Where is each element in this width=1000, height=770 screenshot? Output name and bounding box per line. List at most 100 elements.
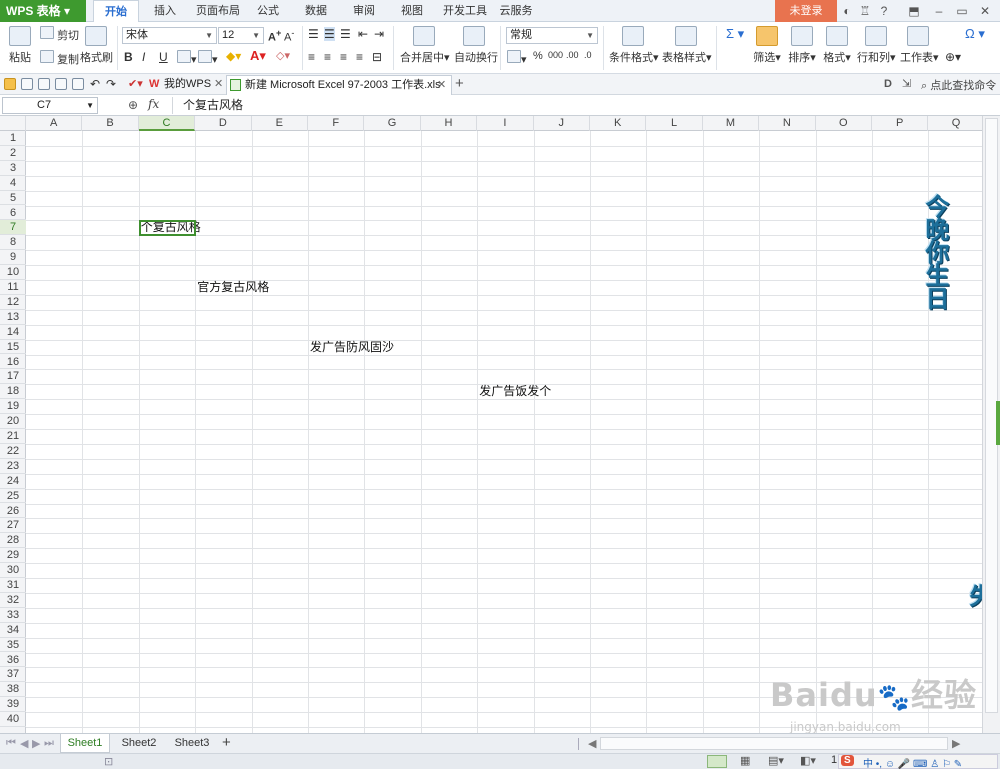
font-grow-button[interactable]: A+ [268,28,281,44]
cell-d11[interactable]: 官方复古风格 [197,280,269,295]
border-button[interactable]: ▾ [177,50,197,66]
row-header-27[interactable]: 27 [0,518,26,534]
add-sheet-icon[interactable]: + [222,734,231,751]
row-header-15[interactable]: 15 [0,340,26,355]
align-top-button[interactable]: ☰ [308,27,319,41]
column-header-p[interactable]: P [872,116,929,131]
sum-button[interactable]: Σ ▾ [726,26,744,42]
new-tab-icon[interactable]: + [455,75,464,92]
row-header-13[interactable]: 13 [0,310,26,325]
help-icon[interactable]: ? [876,0,892,22]
active-cell-selection[interactable] [138,220,197,237]
align-bottom-button[interactable]: ☰ [340,27,351,41]
column-header-i[interactable]: I [477,116,534,131]
first-sheet-icon[interactable]: ⏮ [6,737,16,750]
format-painter-button[interactable]: 格式刷 [80,26,113,65]
row-header-34[interactable]: 34 [0,623,26,638]
tab-formula[interactable]: 公式 [250,0,286,22]
column-header-e[interactable]: E [252,116,308,131]
tab-cloud[interactable]: 云服务 [496,0,536,22]
formula-input[interactable]: 个复古风格 [172,97,998,114]
sheet-tab-3[interactable]: Sheet3 [167,734,217,753]
share-icon[interactable]: ⇲ [902,77,911,90]
print-icon[interactable] [55,78,67,90]
row-header-7[interactable]: 7 [0,220,26,236]
doc-tab-workbook[interactable]: 新建 Microsoft Excel 97-2003 工作表.xls ✕ [226,75,452,95]
scroll-handle[interactable] [996,401,1000,445]
fill-style-button[interactable]: ▾ [198,50,218,66]
zoom-icon[interactable]: ⊕ [128,98,138,112]
row-header-1[interactable]: 1 [0,131,26,146]
indent-decrease-button[interactable]: ⇤ [358,27,368,41]
freeze-button[interactable]: ⊕▾ [945,50,961,64]
align-center-button[interactable]: ≡ [324,50,331,64]
row-header-29[interactable]: 29 [0,548,26,564]
cut-button[interactable]: 剪切 [40,26,79,43]
decrease-decimal-button[interactable]: .0 [584,50,592,60]
row-header-8[interactable]: 8 [0,235,26,251]
thousands-button[interactable]: 000 [548,50,563,60]
column-header-l[interactable]: L [646,116,703,131]
table-style-button[interactable]: 表格样式▾ [662,26,712,65]
column-header-k[interactable]: K [590,116,647,131]
merge-center-button[interactable]: 合并居中▾ [400,26,450,65]
redo-icon[interactable]: ↷ [106,77,116,91]
column-header-j[interactable]: J [534,116,590,131]
italic-button[interactable]: I [142,50,145,64]
paste-button[interactable]: 粘贴 [6,26,34,65]
bold-button[interactable]: B [124,50,133,64]
vertical-scrollbar[interactable] [982,116,1000,733]
underline-button[interactable]: U [159,50,168,64]
last-sheet-icon[interactable]: ⏭ [44,737,54,750]
column-header-b[interactable]: B [82,116,139,131]
tab-developer[interactable]: 开发工具 [440,0,490,22]
align-middle-button[interactable]: ☰ [324,27,335,41]
row-header-22[interactable]: 22 [0,444,26,459]
increase-decimal-button[interactable]: .00 [566,50,579,60]
row-header-35[interactable]: 35 [0,638,26,653]
scroll-right-icon[interactable]: ▶ [952,737,960,750]
sort-button[interactable]: 排序▾ [787,26,817,65]
tab-splitter[interactable] [578,738,579,750]
row-header-3[interactable]: 3 [0,161,26,176]
pin-icon[interactable]: ✔▾ [128,77,143,90]
row-header-10[interactable]: 10 [0,265,26,280]
clear-format-button[interactable]: ◇▾ [276,49,290,62]
maximize-icon[interactable]: ▭ [953,0,971,22]
row-header-38[interactable]: 38 [0,682,26,698]
spreadsheet-grid[interactable]: ABCDEFGHIJKLMNOPQ 1 2 3 4 5 6 7 8 9 10 11 12 13 14 15 1… [0,116,982,733]
row-header-39[interactable]: 39 [0,697,26,713]
row-header-30[interactable]: 30 [0,563,26,578]
column-header-o[interactable]: O [816,116,872,131]
currency-button[interactable]: ▾ [507,50,527,66]
sheet-tab-1[interactable]: Sheet1 [60,734,110,753]
open-folder-icon[interactable] [4,78,16,90]
row-header-33[interactable]: 33 [0,608,26,623]
symbol-button[interactable]: Ω ▾ [965,26,985,42]
font-color-button[interactable]: A▾ [250,48,266,64]
row-header-6[interactable]: 6 [0,206,26,221]
row-header-20[interactable]: 20 [0,414,26,429]
macro-record-icon[interactable]: ⊡ [104,755,113,768]
next-sheet-icon[interactable]: ▶ [32,737,40,750]
row-header-19[interactable]: 19 [0,399,26,415]
command-search[interactable]: ⌕ 点此查找命令 [921,77,996,93]
scroll-left-icon[interactable]: ◀ [588,737,596,750]
worksheet-button[interactable]: 工作表▾ [900,26,939,65]
row-col-button[interactable]: 行和列▾ [857,26,896,65]
column-header-a[interactable]: A [26,116,83,131]
save-icon[interactable] [21,78,33,90]
font-name-select[interactable]: 宋体 ▼ [122,27,217,44]
column-header-h[interactable]: H [421,116,478,131]
column-header-n[interactable]: N [759,116,816,131]
row-header-4[interactable]: 4 [0,176,26,191]
horizontal-scrollbar[interactable] [600,737,948,750]
row-header-32[interactable]: 32 [0,593,26,608]
row-header-40[interactable]: 40 [0,712,26,727]
cell-f15[interactable]: 发广告防风固沙 [310,340,394,355]
justify-button[interactable]: ≡ [356,50,363,64]
app-menu-button[interactable]: WPS 表格 ▾ [0,0,86,22]
login-button[interactable]: 未登录 [775,0,837,22]
row-header-9[interactable]: 9 [0,250,26,266]
format-button[interactable]: 格式▾ [822,26,852,65]
